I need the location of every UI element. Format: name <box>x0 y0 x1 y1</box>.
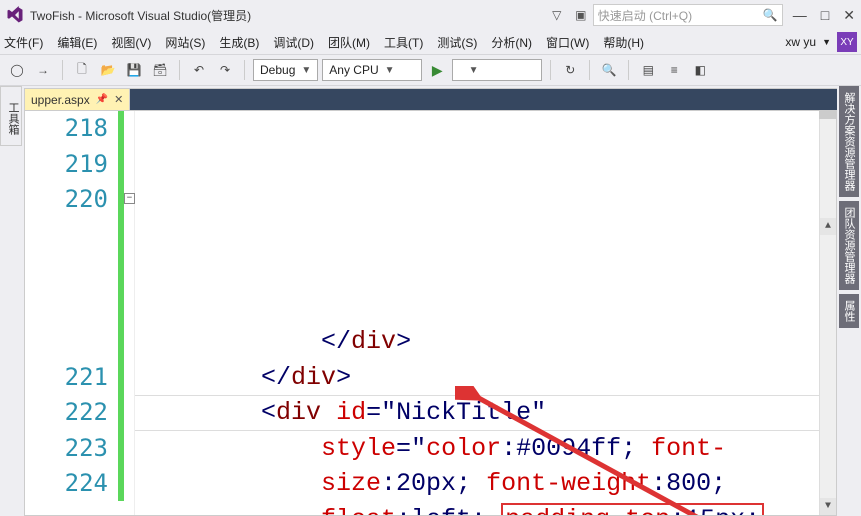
line-number: 221 <box>25 360 108 396</box>
nav-back-button[interactable]: ◯ <box>6 59 28 81</box>
menu-help[interactable]: 帮助(H) <box>603 34 644 51</box>
solution-platform-combo[interactable]: Any CPU▼ <box>322 59 422 81</box>
quick-launch-input[interactable]: 快速启动 (Ctrl+Q) 🔍 <box>593 4 783 26</box>
nav-fwd-button[interactable]: → <box>32 59 54 81</box>
code-line-220: <div id="NickTitle" <box>141 398 546 427</box>
line-number-gutter: 218 219 220 − 221 222 223 224 <box>25 111 135 515</box>
save-all-button[interactable]: 🗃 <box>149 59 171 81</box>
notification-down-icon[interactable]: ▽ <box>549 7 565 23</box>
title-bar: TwoFish - Microsoft Visual Studio(管理员) ▽… <box>0 0 861 30</box>
menu-view[interactable]: 视图(V) <box>111 34 151 51</box>
code-line-220c: size:20px; font-weight:800; <box>141 469 726 498</box>
maximize-button[interactable]: □ <box>821 7 829 24</box>
menu-debug[interactable]: 调试(D) <box>273 34 314 51</box>
redo-button[interactable]: ↷ <box>214 59 236 81</box>
undo-button[interactable]: ↶ <box>188 59 210 81</box>
menu-window[interactable]: 窗口(W) <box>546 34 589 51</box>
scroll-down-button[interactable]: ▼ <box>820 498 836 515</box>
minimize-button[interactable]: — <box>793 7 807 24</box>
line-number: 223 <box>25 431 108 467</box>
right-tool-rail: 解决方案资源管理器 团队资源管理器 属性 <box>839 86 861 516</box>
close-button[interactable]: ✕ <box>843 7 855 24</box>
line-number: 220 <box>25 182 108 218</box>
menu-team[interactable]: 团队(M) <box>328 34 370 51</box>
standard-toolbar: ◯ → 🗋 📂 💾 🗃 ↶ ↷ Debug▼ Any CPU▼ ▶ ▼ ↻ 🔍 … <box>0 54 861 86</box>
properties-tab[interactable]: 属性 <box>839 294 859 328</box>
user-avatar-badge[interactable]: XY <box>837 32 857 52</box>
code-line-220d: float:left; padding-top:15px; <box>141 503 764 516</box>
document-tab-upper-aspx[interactable]: upper.aspx 📌 ✕ <box>24 88 130 110</box>
highlight-padding-top: padding-top:15px; <box>501 503 764 516</box>
pin-tab-icon[interactable]: 📌 <box>96 94 108 105</box>
line-number: 219 <box>25 147 108 183</box>
save-button[interactable]: 💾 <box>123 59 145 81</box>
signed-in-user[interactable]: xw yu <box>785 35 816 49</box>
vertical-scrollbar[interactable]: ▲ ▼ <box>819 111 836 515</box>
feedback-icon[interactable]: ▣ <box>573 7 589 23</box>
solution-explorer-tab[interactable]: 解决方案资源管理器 <box>839 86 859 197</box>
scroll-up-button[interactable]: ▲ <box>820 218 836 235</box>
menu-edit[interactable]: 编辑(E) <box>57 34 97 51</box>
menu-bar: 文件(F) 编辑(E) 视图(V) 网站(S) 生成(B) 调试(D) 团队(M… <box>0 30 861 54</box>
code-editor[interactable]: 218 219 220 − 221 222 223 224 ↩ ↩ ↩ ↩ </… <box>24 110 837 516</box>
fold-toggle-icon[interactable]: − <box>124 193 135 204</box>
start-target-combo[interactable]: ▼ <box>452 59 542 81</box>
menu-tools[interactable]: 工具(T) <box>384 34 423 51</box>
code-area[interactable]: ↩ ↩ ↩ ↩ </div> </div> <div id="NickTitle… <box>135 111 836 515</box>
open-file-button[interactable]: 📂 <box>97 59 119 81</box>
start-debug-button[interactable]: ▶ <box>426 59 448 81</box>
split-handle[interactable] <box>819 111 836 119</box>
new-project-button[interactable]: 🗋 <box>71 59 93 81</box>
toolbar-btn-b[interactable]: ≡ <box>663 59 685 81</box>
line-number: 224 <box>25 466 108 502</box>
solution-config-combo[interactable]: Debug▼ <box>253 59 318 81</box>
close-tab-icon[interactable]: ✕ <box>114 93 123 106</box>
menu-test[interactable]: 测试(S) <box>437 34 477 51</box>
vs-logo-icon <box>6 6 24 24</box>
quick-launch-placeholder: 快速启动 (Ctrl+Q) <box>598 7 692 24</box>
document-tab-well: upper.aspx 📌 ✕ <box>24 88 837 110</box>
search-icon: 🔍 <box>763 8 778 22</box>
menu-analyze[interactable]: 分析(N) <box>491 34 532 51</box>
user-dropdown-icon[interactable]: ▼ <box>822 37 831 47</box>
browser-link-button[interactable]: ↻ <box>559 59 581 81</box>
code-line-219: </div> <box>141 363 351 392</box>
document-tab-label: upper.aspx <box>31 93 90 107</box>
menu-website[interactable]: 网站(S) <box>165 34 205 51</box>
line-number: 222 <box>25 395 108 431</box>
code-line-218: </div> <box>141 327 411 356</box>
toolbar-btn-c[interactable]: ◧ <box>689 59 711 81</box>
find-button[interactable]: 🔍 <box>598 59 620 81</box>
menu-build[interactable]: 生成(B) <box>219 34 259 51</box>
menu-file[interactable]: 文件(F) <box>4 34 43 51</box>
toolbar-btn-a[interactable]: ▤ <box>637 59 659 81</box>
window-title: TwoFish - Microsoft Visual Studio(管理员) <box>30 7 251 24</box>
code-line-220b: style="color:#0094ff; font- <box>141 434 726 463</box>
line-number: 218 <box>25 111 108 147</box>
team-explorer-tab[interactable]: 团队资源管理器 <box>839 201 859 290</box>
toolbox-tab[interactable]: 工具箱 <box>0 86 22 146</box>
